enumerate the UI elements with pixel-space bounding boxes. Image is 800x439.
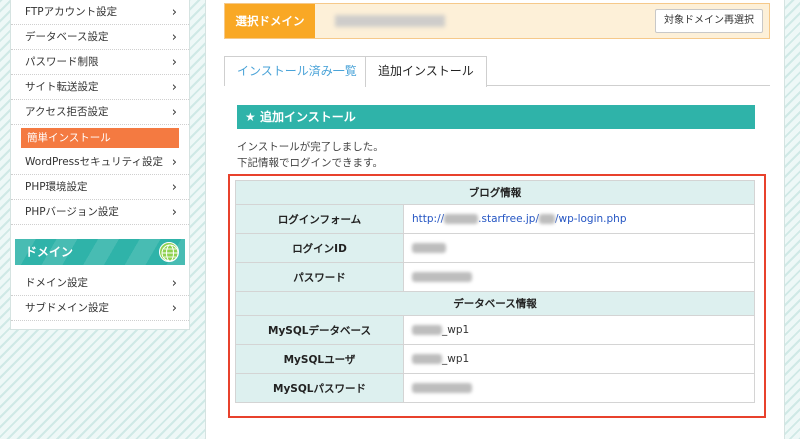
- selected-domain-bar: 選択ドメイン 対象ドメイン再選択: [224, 3, 770, 39]
- redacted-text: [444, 214, 479, 224]
- sidebar-item-label: データベース設定: [25, 31, 109, 43]
- sidebar-item-password-restriction[interactable]: パスワード制限 ›: [11, 50, 189, 75]
- login-id-value: [403, 233, 755, 263]
- sidebar-item-label: アクセス拒否設定: [25, 106, 109, 118]
- globe-icon: [159, 242, 179, 262]
- mysql-password-value: [403, 373, 755, 403]
- table-row: MySQLパスワード: [235, 373, 755, 403]
- mysql-db-value: _wp1: [403, 315, 755, 345]
- sidebar-item-label: PHPバージョン設定: [25, 206, 119, 218]
- db-info-header: データベース情報: [235, 291, 755, 316]
- sidebar-item-label: サイト転送設定: [25, 81, 99, 93]
- sidebar-item-label: パスワード制限: [25, 56, 99, 68]
- chevron-right-icon: ›: [171, 80, 177, 95]
- section-title-text: 追加インストール: [259, 110, 356, 124]
- login-url-prefix: http://: [412, 213, 445, 225]
- login-url-suffix: /wp-login.php: [555, 213, 627, 225]
- chevron-right-icon: ›: [171, 55, 177, 70]
- sidebar-item-access-deny[interactable]: アクセス拒否設定 ›: [11, 100, 189, 125]
- domain-section-title: ドメイン: [25, 245, 74, 259]
- main-content: 選択ドメイン 対象ドメイン再選択 インストール済み一覧 追加インストール ★ 追…: [205, 0, 785, 439]
- tab-bar: インストール済み一覧 追加インストール: [224, 56, 770, 87]
- tab-add-install[interactable]: 追加インストール: [365, 56, 487, 87]
- blog-info-header: ブログ情報: [235, 180, 755, 205]
- mysql-user-label: MySQLユーザ: [235, 344, 404, 374]
- redacted-text: [412, 383, 472, 393]
- chevron-right-icon: ›: [171, 155, 177, 170]
- star-icon: ★: [245, 110, 256, 124]
- selected-domain-label: 選択ドメイン: [225, 4, 315, 38]
- sidebar-item-database[interactable]: データベース設定 ›: [11, 25, 189, 50]
- login-url-middle: .starfree.jp/: [478, 213, 540, 225]
- sidebar-item-php-env[interactable]: PHP環境設定 ›: [11, 175, 189, 200]
- login-url[interactable]: http:// .starfree.jp/ /wp-login.php: [403, 204, 755, 234]
- sidebar-item-label: ドメイン設定: [25, 277, 88, 289]
- sidebar-item-subdomain-settings[interactable]: サブドメイン設定 ›: [11, 296, 189, 321]
- chevron-right-icon: ›: [171, 276, 177, 291]
- chevron-right-icon: ›: [171, 5, 177, 20]
- sidebar-item-php-version[interactable]: PHPバージョン設定 ›: [11, 200, 189, 225]
- selected-domain-value-redacted: [335, 15, 445, 27]
- sidebar-item-site-transfer[interactable]: サイト転送設定 ›: [11, 75, 189, 100]
- install-info-table: ブログ情報 ログインフォーム http:// .starfree.jp/ /wp-l…: [235, 180, 755, 403]
- chevron-right-icon: ›: [171, 30, 177, 45]
- password-value: [403, 262, 755, 292]
- sidebar-item-label: WordPressセキュリティ設定: [25, 156, 163, 168]
- sidebar-item-ftp-account[interactable]: FTPアカウント設定 ›: [11, 0, 189, 25]
- section-title: ★ 追加インストール: [237, 105, 755, 129]
- chevron-right-icon: ›: [171, 180, 177, 195]
- chevron-right-icon: ›: [171, 105, 177, 120]
- reselect-domain-button[interactable]: 対象ドメイン再選択: [655, 9, 763, 33]
- mysql-password-label: MySQLパスワード: [235, 373, 404, 403]
- table-row: ブログ情報: [235, 180, 755, 205]
- mysql-user-suffix: _wp1: [442, 353, 470, 365]
- domain-section-header: ドメイン: [15, 239, 185, 265]
- table-row: ログインフォーム http:// .starfree.jp/ /wp-login.p…: [235, 204, 755, 234]
- table-row: MySQLユーザ _wp1: [235, 344, 755, 374]
- table-row: データベース情報: [235, 291, 755, 316]
- redacted-text: [412, 243, 446, 253]
- sidebar-item-label: FTPアカウント設定: [25, 6, 118, 18]
- tab-installed-list[interactable]: インストール済み一覧: [224, 56, 370, 86]
- mysql-db-label: MySQLデータベース: [235, 315, 404, 345]
- redacted-text: [539, 214, 556, 224]
- login-id-label: ログインID: [235, 233, 404, 263]
- table-row: パスワード: [235, 262, 755, 292]
- sidebar-item-easy-install[interactable]: 簡単インストール: [21, 128, 179, 148]
- chevron-right-icon: ›: [171, 205, 177, 220]
- mysql-db-suffix: _wp1: [442, 324, 470, 336]
- sidebar: FTPアカウント設定 › データベース設定 › パスワード制限 › サイト転送設…: [10, 0, 190, 330]
- table-row: ログインID: [235, 233, 755, 263]
- login-info-message: 下記情報でログインできます。: [237, 157, 383, 169]
- redacted-text: [412, 354, 442, 364]
- chevron-right-icon: ›: [171, 301, 177, 316]
- sidebar-item-wordpress-security[interactable]: WordPressセキュリティ設定 ›: [11, 150, 189, 175]
- sidebar-item-domain-settings[interactable]: ドメイン設定 ›: [11, 271, 189, 296]
- install-complete-message: インストールが完了しました。: [237, 141, 384, 153]
- redacted-text: [412, 272, 472, 282]
- sidebar-item-label: 簡単インストール: [27, 132, 111, 144]
- password-label: パスワード: [235, 262, 404, 292]
- table-row: MySQLデータベース _wp1: [235, 315, 755, 345]
- mysql-user-value: _wp1: [403, 344, 755, 374]
- sidebar-item-label: サブドメイン設定: [25, 302, 109, 314]
- redacted-text: [412, 325, 442, 335]
- sidebar-item-label: PHP環境設定: [25, 181, 88, 193]
- login-form-label: ログインフォーム: [235, 204, 404, 234]
